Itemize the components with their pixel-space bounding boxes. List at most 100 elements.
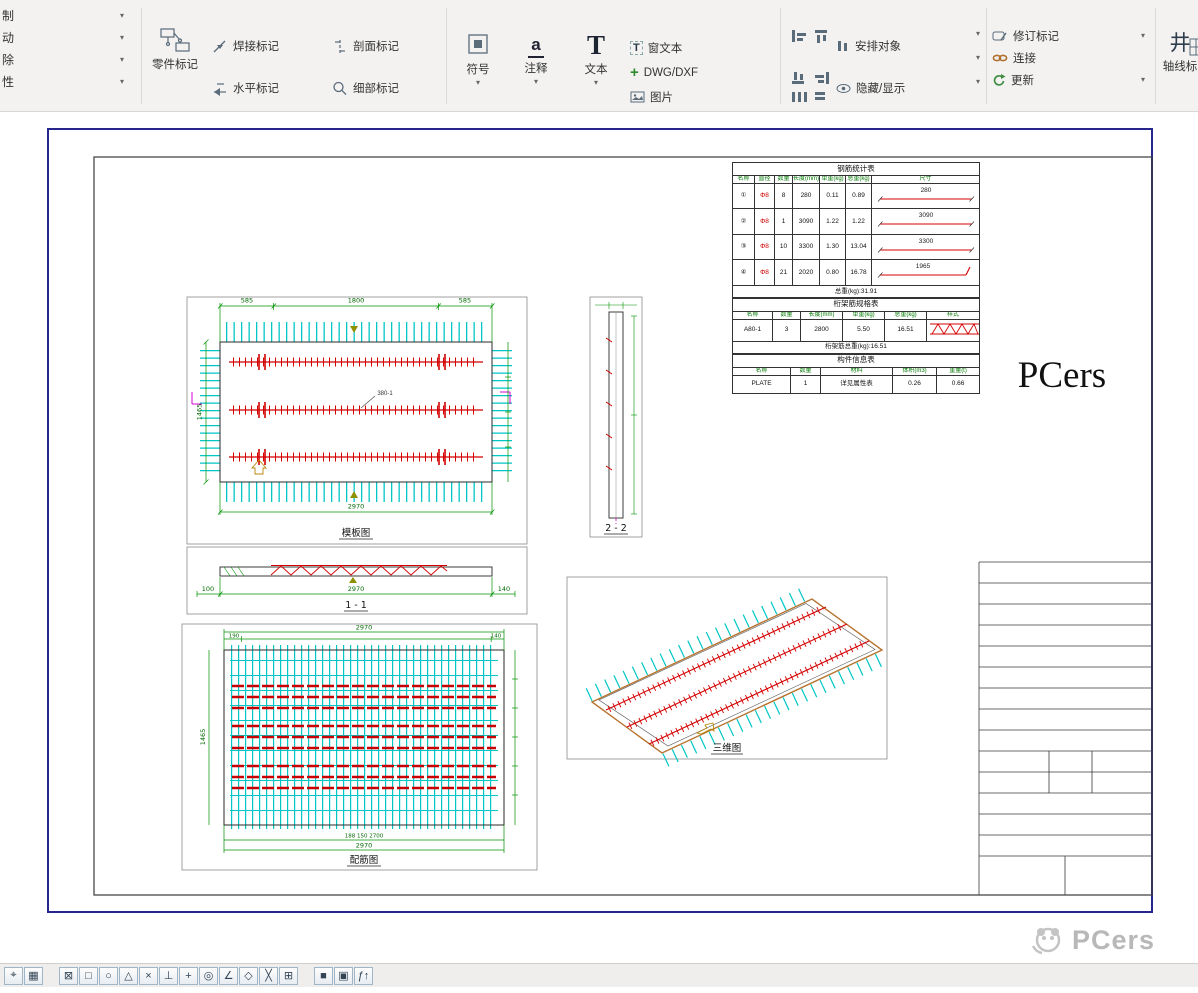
revision-mark-label: 修订标记	[1013, 28, 1059, 44]
part-mark-button[interactable]: 零件标记	[146, 24, 204, 72]
axis-grid-icon: 井	[1170, 32, 1191, 56]
revision-mark-button[interactable]: 修订标记	[992, 28, 1059, 44]
snap-extension-button[interactable]: +	[179, 967, 198, 985]
panda-logo-icon	[1028, 920, 1068, 960]
chevron-down-icon[interactable]: ▾	[1141, 76, 1145, 84]
snap-cursor-button[interactable]: ⌖	[4, 967, 23, 985]
update-label: 更新	[1011, 72, 1034, 88]
hide-show-button[interactable]: 隐藏/显示	[836, 80, 905, 96]
arrange-objects-label: 安排对象	[855, 38, 901, 54]
level-mark-button[interactable]: 水平标记	[212, 80, 279, 96]
snap-intersection-button[interactable]: ×	[139, 967, 158, 985]
chevron-down-icon[interactable]: ▾	[120, 34, 124, 42]
table-row: ①Φ8 8280 0.110.89 280	[733, 183, 980, 208]
section-cut-marker	[350, 326, 358, 333]
table-row: ②Φ8 13090 1.221.22 3090	[733, 209, 980, 234]
text-button[interactable]: T 文本 ▾	[574, 32, 618, 87]
snap-group-1: ⌖▦	[4, 967, 43, 985]
section-1-1-label: 1 - 1	[345, 600, 367, 611]
snap-reference-button[interactable]: ⊠	[59, 967, 78, 985]
chevron-down-icon[interactable]: ▾	[1141, 32, 1145, 40]
ribbon-separator	[1155, 8, 1156, 104]
chevron-down-icon[interactable]: ▾	[476, 79, 480, 87]
snap-plane-button[interactable]: ■	[314, 967, 333, 985]
snap-toolbar: ⌖▦ ⊠□○△×⊥+◎∠◇╳⊞ ■▣ƒ↑	[0, 963, 1198, 987]
section-cut-marker	[350, 491, 358, 498]
symbol-icon	[465, 32, 491, 59]
svg-text:2970: 2970	[356, 842, 373, 850]
ribbon-properties-button[interactable]: 性▾	[0, 72, 134, 92]
snap-numeric-button[interactable]: ƒ↑	[354, 967, 373, 985]
snap-geometry-lines-button[interactable]: □	[79, 967, 98, 985]
section-2-2-view: 2 - 2	[590, 297, 642, 537]
weld-mark-label: 焊接标记	[233, 38, 279, 54]
truss-table-title: 桁架筋规格表	[733, 298, 980, 311]
image-button[interactable]: 图片	[630, 89, 673, 105]
chevron-down-icon[interactable]: ▾	[976, 78, 980, 86]
chevron-down-icon[interactable]: ▾	[120, 78, 124, 86]
ribbon-delete-button[interactable]: 除▾	[0, 50, 134, 70]
chevron-down-icon[interactable]: ▾	[534, 78, 538, 86]
chevron-down-icon[interactable]: ▾	[120, 12, 124, 20]
bar-shape-diagram: 3090	[873, 209, 979, 231]
weld-mark-button[interactable]: 焊接标记	[212, 38, 279, 54]
snap-angle-button[interactable]: ∠	[219, 967, 238, 985]
snap-group-2: ⊠□○△×⊥+◎∠◇╳⊞	[59, 967, 298, 985]
svg-text:280: 280	[920, 187, 931, 194]
arrange-objects-button[interactable]: 安排对象	[836, 38, 901, 54]
arrange-right-icon[interactable]	[813, 70, 831, 86]
svg-text:140: 140	[491, 634, 502, 640]
drawing-canvas[interactable]: 380-1 585	[0, 112, 1198, 963]
svg-text:2970: 2970	[348, 585, 365, 593]
dwg-dxf-label: DWG/DXF	[644, 67, 698, 79]
arrange-top-icon[interactable]	[813, 28, 831, 44]
ribbon-separator	[446, 8, 447, 104]
text-label: 文本	[585, 61, 608, 77]
axis-mark-label: 轴线标	[1163, 58, 1198, 74]
ribbon-move-button[interactable]: 动▾	[0, 28, 134, 48]
window-text-label: 窗文本	[648, 40, 683, 56]
snap-grid-points-button[interactable]: ⊞	[279, 967, 298, 985]
snap-any-point-button[interactable]: △	[119, 967, 138, 985]
chevron-down-icon[interactable]: ▾	[976, 54, 980, 62]
note-button[interactable]: a 注释 ▾	[514, 34, 558, 86]
truss-total: 桁架筋总重(kg):16.51	[733, 341, 980, 353]
sheet-linework: 380-1 585	[49, 130, 1155, 915]
member-info-table: 构件信息表 名称数量 材料体积(m3) 重量(t) PLATE1 详见属性表0.…	[732, 354, 980, 394]
window-text-button[interactable]: T 窗文本	[630, 40, 682, 56]
detail-mark-button[interactable]: 细部标记	[332, 80, 399, 96]
rebar-total: 总重(kg):31.91	[733, 285, 980, 297]
part-mark-icon	[158, 24, 192, 54]
chevron-down-icon[interactable]: ▾	[594, 79, 598, 87]
rebar-table-title: 钢筋统计表	[733, 163, 980, 176]
ribbon-move-label: 动	[2, 31, 14, 45]
snap-center-button[interactable]: ◎	[199, 967, 218, 985]
snap-midpoint-button[interactable]: ◇	[239, 967, 258, 985]
update-button[interactable]: 更新	[992, 72, 1034, 88]
snap-line-cross-button[interactable]: ╳	[259, 967, 278, 985]
arrange-bottom-icon[interactable]	[790, 70, 808, 86]
bar-shape-diagram: 3300	[873, 235, 979, 257]
detail-mark-icon	[332, 81, 348, 96]
section-mark-button[interactable]: 剖面标记	[332, 38, 399, 54]
chevron-down-icon[interactable]: ▾	[976, 30, 980, 38]
plus-icon: +	[630, 66, 639, 80]
svg-text:1965: 1965	[915, 263, 930, 270]
axis-extra-icon[interactable]	[1189, 38, 1198, 58]
snap-grid-button[interactable]: ▦	[24, 967, 43, 985]
arrange-stack-icon[interactable]	[813, 90, 831, 104]
link-button[interactable]: 连接	[992, 50, 1036, 66]
snap-perpendicular-button[interactable]: ⊥	[159, 967, 178, 985]
chevron-down-icon[interactable]: ▾	[120, 56, 124, 64]
ribbon-copy-button[interactable]: 制▾	[0, 6, 134, 26]
arrange-left-icon[interactable]	[790, 28, 808, 44]
part-tag: 380-1	[377, 391, 393, 397]
note-icon: a	[528, 34, 543, 58]
ribbon-separator	[141, 8, 142, 104]
snap-nearest-point-button[interactable]: ○	[99, 967, 118, 985]
arrange-distribute-icon[interactable]	[790, 90, 808, 104]
symbol-button[interactable]: 符号 ▾	[456, 32, 500, 87]
level-mark-icon	[212, 81, 228, 96]
dwg-dxf-button[interactable]: + DWG/DXF	[630, 66, 698, 80]
snap-depth-button[interactable]: ▣	[334, 967, 353, 985]
